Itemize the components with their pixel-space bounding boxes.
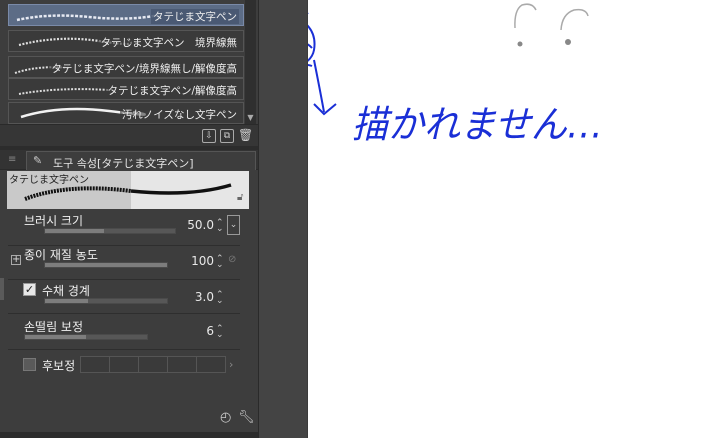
dot-right [565,39,571,45]
watercolor-edge-row: ✓ 수채 경계 3.0 ⌃ ⌄ [8,280,240,314]
import-icon[interactable]: ⇩ [202,129,216,143]
watercolor-edge-label: 수채 경계 [42,284,90,298]
question-mark-left [514,3,537,29]
brush-item-label: タテじま文字ペン 境界線無 [98,35,239,50]
trash-icon[interactable]: 🗑 [238,129,253,143]
brush-size-row: 브러시 크기 50.0 ⌃ ⌄ ⌄ [8,210,240,246]
watercolor-edge-stepper[interactable]: ⌃ ⌄ [216,291,224,306]
segment [197,357,225,372]
brush-item-label: タテじま文字ペン [151,9,239,24]
drawing-canvas[interactable]: 描かれません… [308,0,713,438]
post-correction-label: 후보정 [42,359,76,373]
brush-panel: タテじま文字ペン タテじま文字ペン 境界線無 タテじま文字ペン/境界線無し/解像… [0,0,258,438]
post-correction-row: 후보정 › [8,350,240,380]
brush-size-menu-icon[interactable]: ⌄ [227,215,240,235]
stabilization-slider-fill [25,335,86,339]
brush-list-scrollbar[interactable]: ▼ [245,0,256,124]
paper-texture-slider-fill [45,263,167,267]
stabilization-row: 손떨림 보정 6 ⌃ ⌄ [8,314,240,350]
segment [110,357,139,372]
brush-preview-extended [131,171,249,209]
stabilization-stepper[interactable]: ⌃ ⌄ [216,325,224,340]
paper-texture-slider[interactable] [44,262,168,268]
canvas-drawing [308,3,589,116]
brush-item-3[interactable]: タテじま文字ペン/境界線無し/解像度高 [8,56,244,78]
panel-margin-fill [259,0,307,438]
duplicate-icon[interactable]: ⧉ [220,129,234,143]
post-correction-checkbox[interactable] [23,358,36,371]
watercolor-edge-value[interactable]: 3.0 [184,290,214,304]
handwritten-note: 描かれません… [352,104,603,148]
scroll-down-icon[interactable]: ▼ [246,113,255,122]
watercolor-edge-slider[interactable] [44,298,168,304]
chevron-right-icon[interactable]: › [229,358,233,371]
arrow-stroke-3 [308,64,313,67]
wrench-pen-icon: ✎ [33,154,43,167]
stabilization-slider[interactable] [24,334,148,340]
brush-size-label: 브러시 크기 [24,214,84,228]
panel-edge-handle[interactable] [0,278,4,300]
brush-preview: タテじま文字ペン [7,171,131,209]
lock-icon[interactable]: 🔓︎ [237,192,243,203]
stabilization-label: 손떨림 보정 [24,320,84,334]
reset-icon[interactable]: ◴ [220,410,231,425]
arrow-head [313,103,337,116]
tab-tool-property[interactable]: ✎ 도구 속성[タテじま文字ペン] [26,151,256,170]
brush-list-footer: ⇩ ⧉ 🗑 [0,124,258,146]
brush-item-2[interactable]: タテじま文字ペン 境界線無 [8,30,244,52]
link-icon[interactable]: ⊘ [228,254,236,265]
tab-title: 도구 속성[タテじま文字ペン] [53,157,194,170]
tool-property-footer: ◴ 🔧︎ [0,404,258,432]
brush-preview-stroke-tail [131,183,232,195]
tool-property-header: ≡ ✎ 도구 속성[タテじま文字ペン] [0,150,258,170]
segment [139,357,168,372]
brush-size-value[interactable]: 50.0 [176,218,214,232]
panel-margin [258,0,308,438]
brush-item-label: タテじま文字ペン/境界線無し/解像度高 [49,61,239,76]
brush-item-1[interactable]: タテじま文字ペン [8,4,244,26]
panel-menu-icon[interactable]: ≡ [8,154,16,165]
paper-texture-label: 종이 재질 농도 [24,248,98,262]
brush-item-5[interactable]: 汚れノイズなし文字ペン [8,102,244,124]
brush-size-stepper[interactable]: ⌃ ⌄ [216,219,224,234]
paper-texture-stepper[interactable]: ⌃ ⌄ [216,255,224,270]
watercolor-edge-slider-fill [45,299,88,303]
preview-label: タテじま文字ペン [9,175,89,186]
stabilization-value[interactable]: 6 [194,324,214,338]
brush-item-label: タテじま文字ペン/解像度高 [105,83,239,98]
arrow-stroke-2 [308,43,313,49]
paper-texture-row: 종이 재질 농도 100 ⌃ ⌄ ⊘ [8,246,240,280]
brush-size-slider[interactable] [44,228,176,234]
paper-texture-value[interactable]: 100 [184,254,214,268]
segment [81,357,110,372]
segment [168,357,197,372]
brush-item-4[interactable]: タテじま文字ペン/解像度高 [8,78,244,100]
watercolor-edge-checkbox[interactable]: ✓ [23,283,36,296]
next-panel-strip [0,432,258,438]
dot-left [517,41,523,47]
post-correction-segments [80,356,226,373]
question-mark-right [560,8,589,31]
brush-item-label: 汚れノイズなし文字ペン [119,107,239,122]
brush-size-slider-fill [45,229,104,233]
wrench-icon[interactable]: 🔧︎ [238,410,255,425]
